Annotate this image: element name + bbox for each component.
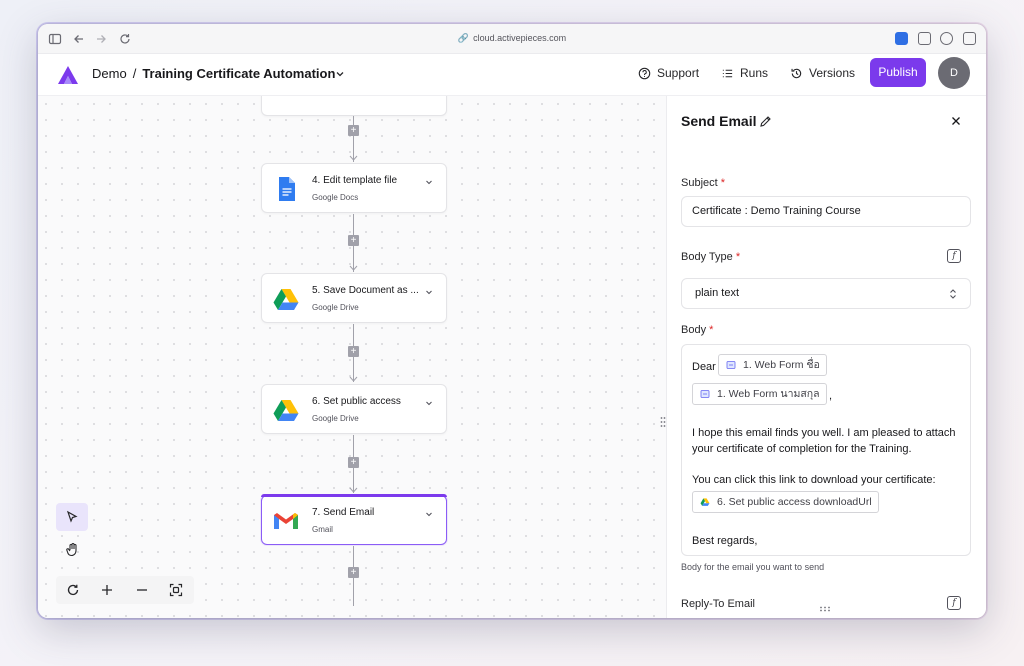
chevron-down-icon[interactable] <box>424 509 434 519</box>
list-icon <box>722 69 733 77</box>
chevron-up-down-icon <box>950 289 956 299</box>
help-circle-icon <box>638 67 651 79</box>
versions-button[interactable]: Versions <box>790 66 855 80</box>
variable-chip-first-name[interactable]: 1. Web Form ชื่อ <box>718 354 827 376</box>
drag-handle-icon[interactable] <box>819 606 831 612</box>
body-line-3: You can click this link to download your… <box>692 474 936 486</box>
flow-node-save-document[interactable]: 5. Save Document as ... Google Drive <box>261 273 447 323</box>
runs-button[interactable]: Runs <box>721 66 768 80</box>
add-step-button[interactable]: + <box>348 457 359 468</box>
form-icon <box>700 390 710 398</box>
flow-node-previous[interactable] <box>261 96 447 116</box>
add-step-button[interactable]: + <box>348 346 359 357</box>
node-subtitle: Google Drive <box>312 414 359 423</box>
body-type-label: Body Type * <box>681 251 741 263</box>
breadcrumb-separator: / <box>132 66 137 81</box>
split-view-icon[interactable] <box>963 32 976 45</box>
hand-tool[interactable] <box>56 535 88 563</box>
publish-button[interactable]: Publish <box>870 58 926 87</box>
zoom-in-icon[interactable] <box>100 583 114 597</box>
arrow-down-icon <box>349 265 358 271</box>
pencil-icon[interactable] <box>759 115 772 128</box>
subject-input[interactable]: Certificate : Demo Training Course <box>681 196 971 227</box>
google-drive-icon <box>273 289 299 310</box>
add-step-button[interactable]: + <box>348 125 359 136</box>
pointer-icon <box>66 510 78 523</box>
password-extension-icon[interactable] <box>895 32 908 45</box>
node-subtitle: Google Docs <box>312 193 359 202</box>
arrow-down-icon <box>349 155 358 161</box>
google-drive-icon <box>273 400 299 421</box>
add-step-button[interactable]: + <box>348 567 359 578</box>
fit-view-icon[interactable] <box>169 583 183 597</box>
body-helper-text: Body for the email you want to send <box>681 562 825 572</box>
breadcrumb: Demo / Training Certificate Automation <box>92 66 335 81</box>
subject-label: Subject * <box>681 177 726 189</box>
zoom-controls <box>56 576 194 604</box>
browser-toolbar: 🔗 cloud.activepieces.com <box>38 24 986 54</box>
form-icon <box>726 361 736 369</box>
chevron-down-icon[interactable] <box>424 177 434 187</box>
address-bar[interactable]: 🔗 cloud.activepieces.com <box>38 33 986 44</box>
variable-chip-download-url[interactable]: 6. Set public access downloadUrl <box>692 491 879 513</box>
flow-canvas[interactable]: + 4. Edit template file Google Docs + 5.… <box>38 96 666 618</box>
chevron-down-icon[interactable] <box>424 398 434 408</box>
reply-to-label: Reply-To Email <box>681 598 755 610</box>
arrow-down-icon <box>349 487 358 493</box>
pointer-tool[interactable] <box>56 503 88 531</box>
gmail-icon <box>274 513 298 529</box>
app-header: Demo / Training Certificate Automation Sup… <box>38 54 986 96</box>
support-label: Support <box>657 66 700 80</box>
variable-chip-last-name[interactable]: 1. Web Form นามสกุล <box>692 383 827 405</box>
body-comma: , <box>829 390 833 402</box>
chevron-down-icon[interactable] <box>424 287 434 297</box>
flow-node-send-email[interactable]: 7. Send Email Gmail <box>261 494 447 545</box>
google-drive-icon <box>700 498 710 506</box>
step-settings-panel: Send Email Subject * Certificate : Demo … <box>666 96 986 618</box>
node-title: 4. Edit template file <box>312 175 398 186</box>
flow-node-edit-template[interactable]: 4. Edit template file Google Docs <box>261 163 447 213</box>
flow-name[interactable]: Training Certificate Automation <box>142 66 335 81</box>
body-type-value: plain text <box>695 287 740 299</box>
close-icon[interactable] <box>951 116 961 126</box>
extension-icon[interactable] <box>918 32 931 45</box>
body-greeting: Dear <box>692 361 716 373</box>
node-title: 7. Send Email <box>312 507 375 518</box>
chevron-down-icon[interactable] <box>334 68 346 80</box>
link-icon: 🔗 <box>457 33 470 43</box>
dynamic-value-toggle-icon[interactable]: f <box>947 249 961 263</box>
hand-icon <box>65 542 77 556</box>
panel-title: Send Email <box>681 113 757 129</box>
body-line-2: your certificate of completion for the T… <box>692 443 912 455</box>
dynamic-value-toggle-icon[interactable]: f <box>947 596 961 610</box>
body-label: Body * <box>681 324 714 336</box>
node-subtitle: Gmail <box>312 525 333 534</box>
breadcrumb-project[interactable]: Demo <box>92 66 127 81</box>
user-avatar[interactable]: D <box>938 57 970 89</box>
versions-label: Versions <box>809 66 856 80</box>
node-subtitle: Google Drive <box>312 303 359 312</box>
flow-node-set-public-access[interactable]: 6. Set public access Google Drive <box>261 384 447 434</box>
history-icon <box>791 68 802 78</box>
body-type-select[interactable]: plain text <box>681 278 971 309</box>
body-editor[interactable]: Dear 1. Web Form ชื่อ 1. Web Form นามสกุ… <box>681 344 971 556</box>
body-closing: Best regards, <box>692 535 758 547</box>
url-text: cloud.activepieces.com <box>473 33 567 43</box>
activepieces-logo-icon[interactable] <box>56 64 80 86</box>
google-docs-icon <box>279 177 295 201</box>
runs-label: Runs <box>740 66 769 80</box>
arrow-down-icon <box>349 376 358 382</box>
node-title: 6. Set public access <box>312 396 401 407</box>
extension-icon-2[interactable] <box>940 32 953 45</box>
node-title: 5. Save Document as ... <box>312 285 419 296</box>
zoom-out-icon[interactable] <box>135 583 149 597</box>
reset-icon[interactable] <box>66 583 80 597</box>
body-line-1: I hope this email finds you well. I am p… <box>692 427 956 439</box>
add-step-button[interactable]: + <box>348 235 359 246</box>
browser-window: 🔗 cloud.activepieces.com Demo / Training Ce… <box>38 24 986 618</box>
support-button[interactable]: Support <box>638 66 699 80</box>
